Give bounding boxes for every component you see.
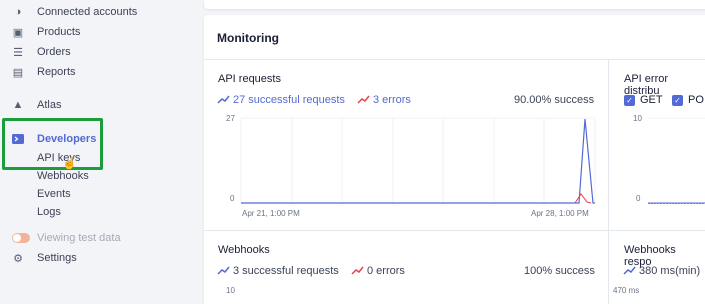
webhooks-success-rate: 100% success xyxy=(524,265,595,277)
trend-line-icon xyxy=(623,266,636,275)
sidebar-item-atlas[interactable]: ▲ Atlas xyxy=(12,96,62,114)
successful-requests-series xyxy=(241,118,595,204)
sidebar-item-label: Reports xyxy=(37,66,76,78)
y-axis-top: 10 xyxy=(633,114,642,123)
page-title: Monitoring xyxy=(217,31,279,45)
reports-icon: ▤ xyxy=(12,66,24,79)
test-data-label: Viewing test data xyxy=(37,232,121,244)
webhooks-successful-label: 3 successful requests xyxy=(233,265,339,277)
error-series xyxy=(574,193,592,204)
sidebar-subitem-events[interactable]: Events xyxy=(37,186,71,202)
sidebar-item-label: Connected accounts xyxy=(37,6,138,18)
sidebar-item-reports[interactable]: ▤ Reports xyxy=(12,63,76,81)
sidebar-item-label: Orders xyxy=(37,46,71,58)
sidebar-item-orders[interactable]: ☰ Orders xyxy=(12,43,71,61)
sidebar: ◑ Connected accounts ▣ Products ☰ Orders… xyxy=(0,0,202,304)
trend-line-icon xyxy=(217,266,230,275)
y-axis-top: 27 xyxy=(226,114,235,123)
sidebar-subitem-label: Logs xyxy=(37,206,61,218)
webhooks-errors-legend[interactable]: 0 errors xyxy=(351,265,405,277)
api-error-dist-chart xyxy=(648,117,705,204)
api-successful-legend[interactable]: 27 successful requests xyxy=(217,94,345,106)
sidebar-item-label: Settings xyxy=(37,252,77,264)
divider xyxy=(204,59,705,60)
x-axis-end: Apr 28, 1:00 PM xyxy=(531,209,589,218)
sidebar-item-label: Products xyxy=(37,26,81,38)
filter-get-label: GET xyxy=(640,94,663,106)
trend-line-icon xyxy=(357,95,370,104)
previous-card xyxy=(204,0,705,9)
filter-post-label: PO xyxy=(688,94,704,106)
sidebar-item-connected-accounts[interactable]: ◑ Connected accounts xyxy=(12,3,138,21)
sidebar-item-products[interactable]: ▣ Products xyxy=(12,23,81,41)
webhooks-title: Webhooks xyxy=(218,244,270,256)
y-axis-bottom: 0 xyxy=(230,194,235,203)
divider xyxy=(204,230,705,231)
checkmark-icon: ✓ xyxy=(624,94,635,106)
api-success-rate: 90.00% success xyxy=(514,94,594,106)
sidebar-item-settings[interactable]: ⚙ Settings xyxy=(12,249,77,267)
orders-icon: ☰ xyxy=(13,46,23,59)
y-axis-top: 10 xyxy=(226,286,235,295)
api-success-rate-value: 90.00% success xyxy=(514,94,595,106)
sidebar-subitem-label: Webhooks xyxy=(37,170,89,182)
sidebar-subitem-logs[interactable]: Logs xyxy=(37,204,61,220)
filter-post-checkbox[interactable]: ✓ PO xyxy=(672,94,704,106)
connected-accounts-icon: ◑ xyxy=(14,6,22,18)
checkmark-icon: ✓ xyxy=(672,94,683,106)
gear-icon: ⚙ xyxy=(13,252,23,265)
webhooks-successful-legend[interactable]: 3 successful requests xyxy=(217,265,339,277)
trend-line-icon xyxy=(217,95,230,104)
trend-line-icon xyxy=(351,266,364,275)
atlas-icon: ▲ xyxy=(12,99,24,111)
webhooks-errors-label: 0 errors xyxy=(367,265,405,277)
webhooks-success-rate-value: 100% success xyxy=(524,265,595,277)
sidebar-subitem-webhooks[interactable]: Webhooks xyxy=(37,168,89,184)
sidebar-subitem-label: Events xyxy=(37,188,71,200)
sidebar-item-label: Atlas xyxy=(37,99,62,111)
test-data-toggle[interactable]: Viewing test data xyxy=(12,229,121,247)
toggle-switch[interactable] xyxy=(12,233,30,243)
api-requests-title: API requests xyxy=(218,73,281,85)
api-successful-label: 27 successful requests xyxy=(233,94,345,106)
webhooks-response-value: 380 ms(min) xyxy=(639,265,701,277)
highlight-annotation-box xyxy=(2,118,103,170)
mouse-cursor-icon: ☝ xyxy=(62,156,77,170)
divider xyxy=(608,60,609,304)
api-errors-label: 3 errors xyxy=(373,94,411,106)
products-icon: ▣ xyxy=(12,26,24,39)
y-axis-bottom: 0 xyxy=(636,194,641,203)
x-axis-start: Apr 21, 1:00 PM xyxy=(242,209,300,218)
y-axis-top: 470 ms xyxy=(613,286,640,295)
api-requests-chart xyxy=(240,117,596,204)
filter-get-checkbox[interactable]: ✓ GET xyxy=(624,94,663,106)
webhooks-response-legend[interactable]: 380 ms(min) xyxy=(623,265,701,277)
api-errors-legend[interactable]: 3 errors xyxy=(357,94,411,106)
